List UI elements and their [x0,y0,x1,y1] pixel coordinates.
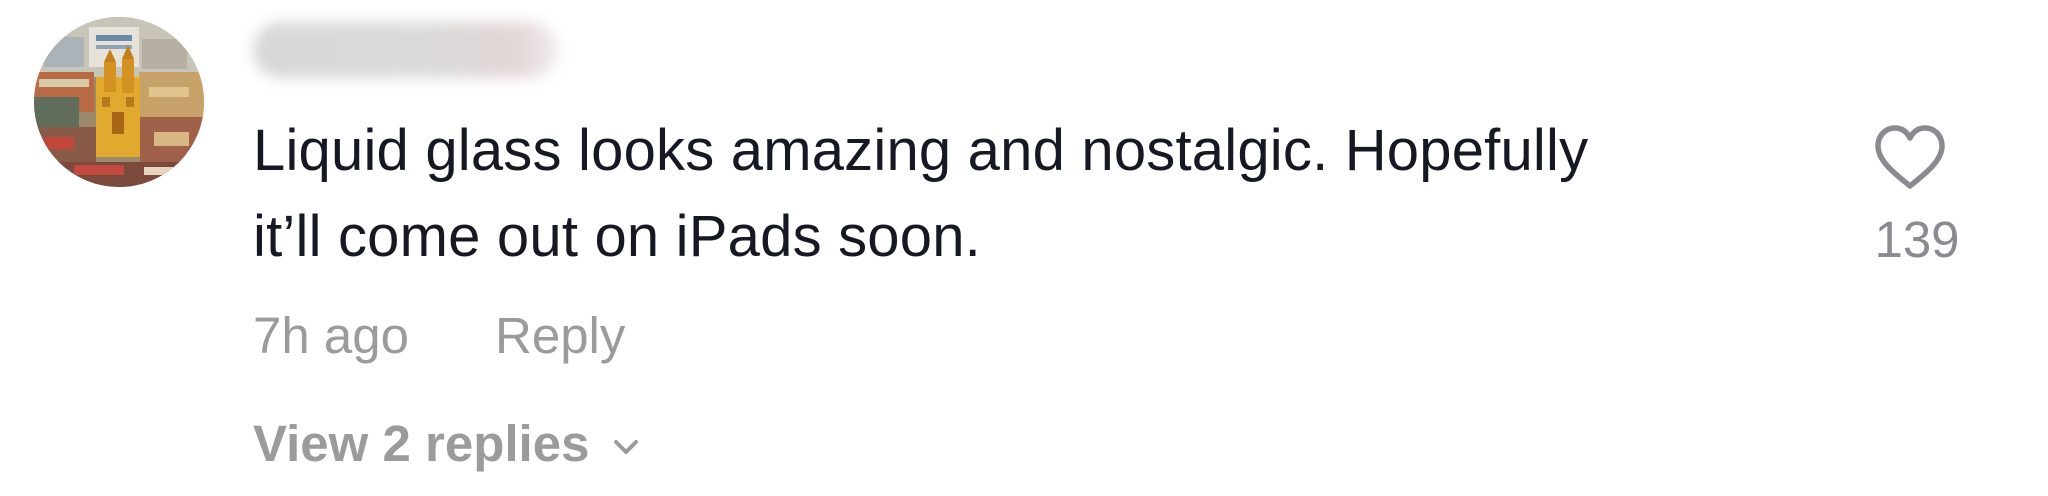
avatar-image [34,17,204,187]
chevron-down-icon [614,440,639,454]
comment-meta: 7h ago Reply [253,300,625,370]
like-button[interactable] [1872,122,1948,194]
view-replies-label: View 2 replies [253,414,590,472]
view-replies-button[interactable]: View 2 replies [253,408,641,478]
username-redacted[interactable] [253,22,558,78]
comment-text-line-1: Liquid glass looks amazing and nostalgic… [253,118,1589,183]
comment-text: Liquid glass looks amazing and nostalgic… [253,108,1853,280]
heart-outline-icon [1875,125,1945,189]
reply-button[interactable]: Reply [495,306,625,365]
comment-text-line-2: it’ll come out on iPads soon. [253,204,981,269]
comment-item: Liquid glass looks amazing and nostalgic… [0,0,2048,496]
timestamp: 7h ago [253,306,409,364]
avatar[interactable] [34,17,204,187]
like-count: 139 [1874,211,1960,268]
